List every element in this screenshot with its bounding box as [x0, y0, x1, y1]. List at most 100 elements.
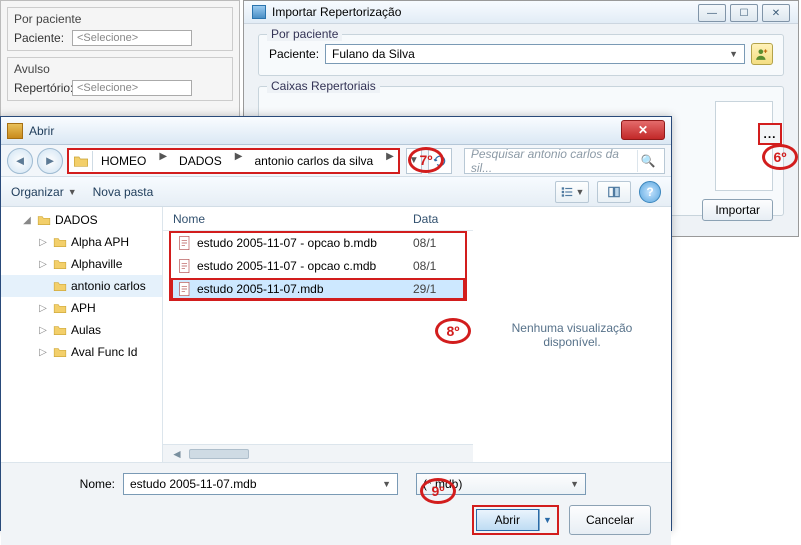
nav-forward-button[interactable]: ► [37, 148, 63, 174]
scrollbar-thumb[interactable] [189, 449, 249, 459]
horizontal-scrollbar[interactable]: ◄ [163, 444, 473, 462]
file-row[interactable]: estudo 2005-11-07 - opcao b.mdb 08/1 [171, 232, 465, 254]
expand-icon[interactable]: ▷ [37, 237, 49, 248]
breadcrumb-seg-2[interactable]: antonio carlos da silva [246, 151, 382, 171]
bg-paciente-label: Paciente: [14, 31, 72, 45]
tree-node[interactable]: ▷ APH [1, 297, 162, 319]
bg-group-patient: Por paciente Paciente: <Selecione> [7, 7, 233, 51]
col-date[interactable]: Data [413, 212, 473, 226]
paciente-value: Fulano da Silva [332, 47, 415, 61]
import-preview-box [715, 101, 773, 191]
collapse-icon[interactable]: ◢ [21, 215, 33, 226]
name-label: Nome: [15, 477, 115, 491]
folder-tree[interactable]: ◢ DADOS ▷ Alpha APH ▷ Alphaville antonio… [1, 207, 163, 462]
help-button[interactable]: ? [639, 181, 661, 203]
folder-icon [52, 235, 68, 249]
chevron-right-icon: ▶ [231, 151, 247, 171]
search-input[interactable]: Pesquisar antonio carlos da sil... 🔍 [464, 148, 665, 174]
dialog-nav: ◄ ► HOMEO ▶ DADOS ▶ antonio carlos da si… [1, 145, 671, 177]
organize-menu[interactable]: Organizar▼ [11, 185, 77, 199]
folder-icon [52, 257, 68, 271]
chevron-down-icon: ▼ [68, 187, 77, 197]
importar-button[interactable]: Importar [702, 199, 773, 221]
window-controls: — ☐ ✕ [698, 4, 790, 22]
open-button-highlight: Abrir ▼ [472, 505, 559, 535]
fieldset-por-paciente: Por paciente Paciente: Fulano da Silva ▼ [258, 34, 784, 76]
preview-pane-button[interactable] [597, 181, 631, 203]
chevron-right-icon: ▶ [155, 151, 171, 171]
file-list: Nome Data estudo 2005-11-07 - opcao b.md… [163, 207, 473, 462]
bg-repertorio-select[interactable]: <Selecione> [72, 80, 192, 96]
callout-7: 7º [408, 147, 444, 173]
cancel-button[interactable]: Cancelar [569, 505, 651, 535]
chevron-down-icon: ▼ [576, 187, 585, 197]
folder-icon [52, 345, 68, 359]
browse-button[interactable]: ... [758, 123, 782, 145]
bg-paciente-select[interactable]: <Selecione> [72, 30, 192, 46]
chevron-down-icon: ▼ [382, 479, 391, 489]
dialog-footer: Nome: estudo 2005-11-07.mdb ▼ (*.mdb) ▼ … [1, 462, 671, 545]
filename-input[interactable]: estudo 2005-11-07.mdb ▼ [123, 473, 398, 495]
breadcrumb[interactable]: HOMEO ▶ DADOS ▶ antonio carlos da silva … [67, 148, 400, 174]
preview-icon [607, 185, 621, 199]
dialog-close-button[interactable]: ✕ [621, 120, 665, 140]
callout-9: 9º [420, 478, 456, 504]
fieldset-legend: Por paciente [267, 27, 342, 41]
nav-back-button[interactable]: ◄ [7, 148, 33, 174]
tree-node[interactable]: ▷ Aval Func Id [1, 341, 162, 363]
file-list-rows: estudo 2005-11-07 - opcao b.mdb 08/1 est… [163, 231, 473, 444]
close-button[interactable]: ✕ [762, 4, 790, 22]
search-icon: 🔍 [637, 150, 658, 172]
file-row[interactable]: estudo 2005-11-07 - opcao c.mdb 08/1 [171, 255, 465, 277]
bg-group-avulso: Avulso Repertório: <Selecione> [7, 57, 233, 101]
callout-6: 6º [762, 144, 798, 170]
open-button[interactable]: Abrir [476, 509, 539, 531]
expand-icon[interactable]: ▷ [37, 259, 49, 270]
expand-icon[interactable]: ▷ [37, 325, 49, 336]
expand-icon[interactable]: ▷ [37, 303, 49, 314]
tree-node[interactable]: ▷ Alphaville [1, 253, 162, 275]
bg-repertorio-label: Repertório: [14, 81, 72, 95]
preview-empty-text: Nenhuma visualização disponível. [483, 321, 661, 349]
search-placeholder: Pesquisar antonio carlos da sil... [471, 147, 637, 175]
callout-8: 8º [435, 318, 471, 344]
chevron-down-icon: ▼ [570, 479, 579, 489]
paciente-label: Paciente: [269, 47, 319, 61]
app-icon [252, 5, 266, 19]
dialog-title: Abrir [29, 124, 54, 138]
breadcrumb-seg-1[interactable]: DADOS [171, 151, 231, 171]
fieldset-caixas-legend: Caixas Repertoriais [267, 79, 380, 93]
dialog-toolbar: Organizar▼ Nova pasta ▼ ? [1, 177, 671, 207]
folder-icon [52, 323, 68, 337]
view-list-icon [560, 185, 574, 199]
breadcrumb-seg-0[interactable]: HOMEO [93, 151, 155, 171]
file-list-header[interactable]: Nome Data [163, 207, 473, 231]
open-button-split[interactable]: ▼ [539, 509, 555, 531]
mdb-file-icon [177, 281, 193, 297]
minimize-button[interactable]: — [698, 4, 726, 22]
user-plus-icon [755, 47, 769, 61]
mdb-file-icon [177, 235, 193, 251]
open-file-dialog: Abrir ✕ ◄ ► HOMEO ▶ DADOS ▶ antonio carl… [0, 116, 672, 531]
expand-icon[interactable]: ▷ [37, 347, 49, 358]
tree-node-dados[interactable]: ◢ DADOS [1, 209, 162, 231]
bg-group-title: Por paciente [14, 12, 226, 26]
dialog-titlebar: Abrir ✕ [1, 117, 671, 145]
folder-icon [36, 213, 52, 227]
tree-node[interactable]: ▷ Aulas [1, 319, 162, 341]
paciente-select[interactable]: Fulano da Silva ▼ [325, 44, 745, 64]
view-mode-button[interactable]: ▼ [555, 181, 589, 203]
maximize-button[interactable]: ☐ [730, 4, 758, 22]
col-name[interactable]: Nome [163, 212, 413, 226]
mdb-file-icon [177, 258, 193, 274]
filename-value: estudo 2005-11-07.mdb [130, 477, 257, 491]
folder-icon [69, 151, 93, 171]
add-user-button[interactable] [751, 43, 773, 65]
dialog-app-icon [7, 123, 23, 139]
tree-node-selected[interactable]: antonio carlos [1, 275, 162, 297]
chevron-down-icon: ▼ [729, 49, 738, 59]
tree-node[interactable]: ▷ Alpha APH [1, 231, 162, 253]
folder-icon [52, 301, 68, 315]
new-folder-button[interactable]: Nova pasta [93, 185, 154, 199]
file-row-selected[interactable]: estudo 2005-11-07.mdb 29/1 [171, 278, 465, 300]
